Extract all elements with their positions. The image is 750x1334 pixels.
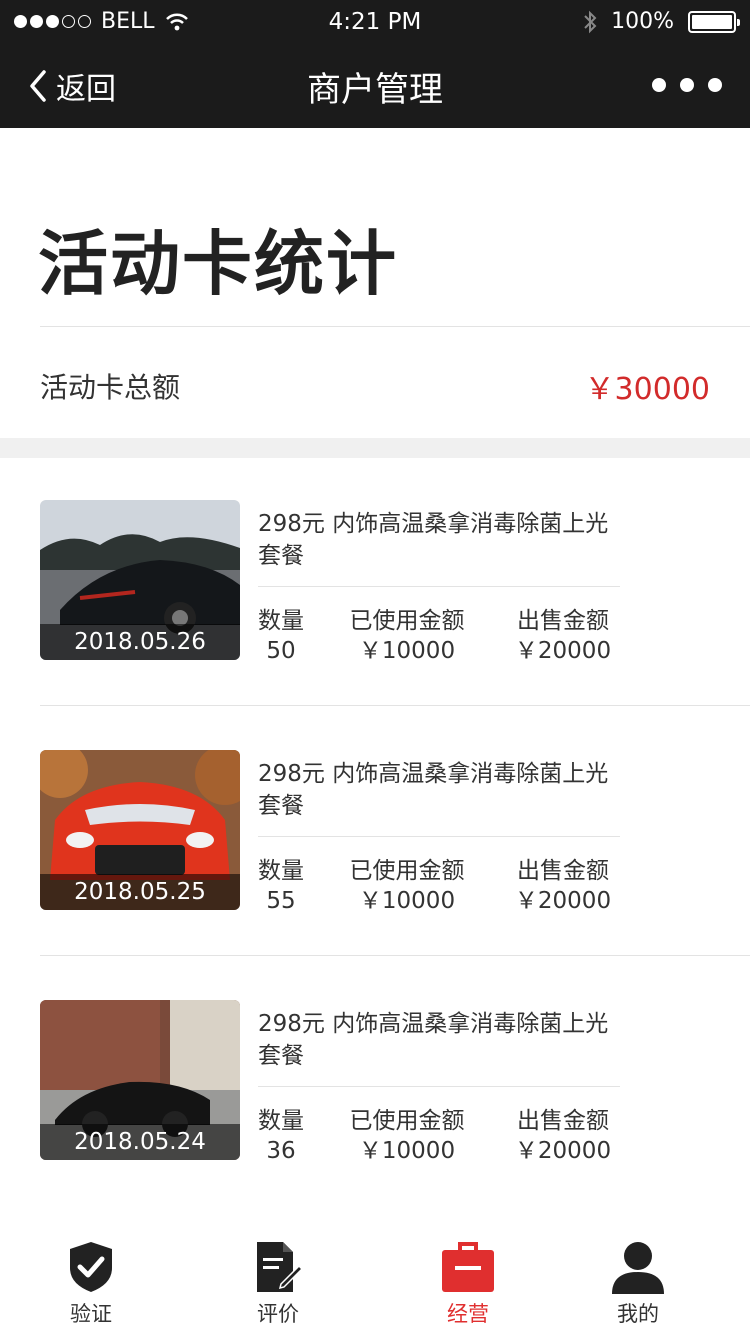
more-dot-icon [680, 78, 694, 92]
tab-label: 验证 [70, 1302, 112, 1326]
card-name: 298元 内饰高温桑拿消毒除菌上光套餐 [258, 1011, 609, 1069]
stat-quantity: 数量 55 [258, 856, 304, 916]
stat-value: ￥20000 [514, 638, 612, 664]
battery-percent: 100% [611, 9, 674, 34]
nav-title: 商户管理 [307, 70, 443, 110]
card-date: 2018.05.26 [40, 624, 240, 660]
stat-sold-amount: 出售金额 ￥20000 [508, 856, 618, 916]
stat-value: ￥10000 [358, 888, 456, 914]
total-row: 活动卡总额 ￥30000 [40, 362, 710, 407]
stat-sold-amount: 出售金额 ￥20000 [508, 606, 618, 666]
stat-label: 已使用金额 [349, 858, 465, 884]
total-value: ￥30000 [584, 372, 710, 407]
more-dot-icon [708, 78, 722, 92]
document-edit-icon [257, 1242, 303, 1292]
bluetooth-icon [584, 10, 597, 33]
stat-label: 已使用金额 [349, 608, 465, 634]
tab-label: 我的 [617, 1302, 659, 1326]
stat-value: ￥20000 [514, 1138, 612, 1164]
tab-business[interactable]: 经营 [408, 1240, 528, 1328]
card-name: 298元 内饰高温桑拿消毒除菌上光套餐 [258, 511, 609, 569]
stat-label: 已使用金额 [349, 1108, 465, 1134]
page-title: 活动卡统计 [38, 223, 398, 305]
divider [40, 705, 750, 706]
nav-bar: 返回 商户管理 [0, 44, 750, 128]
briefcase-icon [442, 1242, 494, 1292]
section-separator [0, 438, 750, 458]
stat-value: ￥20000 [514, 888, 612, 914]
tab-label: 评价 [257, 1302, 299, 1326]
stat-label: 数量 [258, 858, 304, 884]
tab-mine[interactable]: 我的 [578, 1240, 698, 1328]
card-date: 2018.05.25 [40, 874, 240, 910]
card-thumbnail: 2018.05.25 [40, 750, 240, 910]
tab-verify[interactable]: 验证 [31, 1240, 151, 1328]
stat-used-amount: 已使用金额 ￥10000 [340, 606, 474, 666]
divider [258, 836, 620, 837]
card-thumbnail: 2018.05.24 [40, 1000, 240, 1160]
tab-bar: 验证 评价 经营 我的 [0, 1230, 750, 1334]
top-bar: BELL 4:21 PM 100% 返回 商户管理 [0, 0, 750, 128]
stat-quantity: 数量 50 [258, 606, 304, 666]
divider [258, 586, 620, 587]
more-button[interactable] [652, 78, 722, 92]
stat-value: 50 [266, 638, 296, 664]
stat-quantity: 数量 36 [258, 1106, 304, 1166]
status-right: 100% [583, 9, 740, 34]
battery-icon [688, 10, 740, 33]
stat-label: 出售金额 [517, 858, 609, 884]
activity-card[interactable]: 2018.05.25 298元 内饰高温桑拿消毒除菌上光套餐 数量 55 已使用… [40, 708, 750, 958]
tab-reviews[interactable]: 评价 [218, 1240, 338, 1328]
stat-used-amount: 已使用金额 ￥10000 [340, 856, 474, 916]
stat-value: 36 [266, 1138, 296, 1164]
stat-used-amount: 已使用金额 ￥10000 [340, 1106, 474, 1166]
tab-label: 经营 [447, 1302, 489, 1326]
shield-check-icon [70, 1242, 112, 1292]
user-icon [612, 1242, 664, 1294]
card-thumbnail: 2018.05.26 [40, 500, 240, 660]
stat-label: 数量 [258, 608, 304, 634]
total-label: 活动卡总额 [40, 371, 181, 404]
activity-card[interactable]: 2018.05.26 298元 内饰高温桑拿消毒除菌上光套餐 数量 50 已使用… [40, 458, 750, 708]
activity-card[interactable]: 2018.05.24 298元 内饰高温桑拿消毒除菌上光套餐 数量 36 已使用… [40, 958, 750, 1208]
card-name: 298元 内饰高温桑拿消毒除菌上光套餐 [258, 761, 609, 819]
divider [40, 326, 750, 327]
stat-sold-amount: 出售金额 ￥20000 [508, 1106, 618, 1166]
stat-value: 55 [266, 888, 296, 914]
stat-value: ￥10000 [358, 638, 456, 664]
card-date: 2018.05.24 [40, 1124, 240, 1160]
stat-value: ￥10000 [358, 1138, 456, 1164]
status-bar: BELL 4:21 PM 100% [0, 0, 750, 44]
stat-label: 出售金额 [517, 1108, 609, 1134]
divider [258, 1086, 620, 1087]
divider [40, 955, 750, 956]
more-dot-icon [652, 78, 666, 92]
stat-label: 数量 [258, 1108, 304, 1134]
stat-label: 出售金额 [517, 608, 609, 634]
